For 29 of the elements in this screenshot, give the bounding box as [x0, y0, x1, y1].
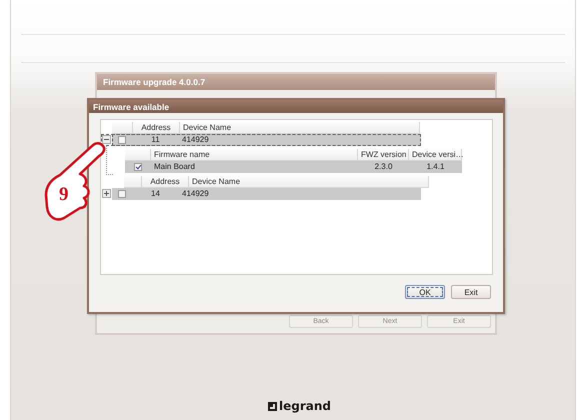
logo-icon: [268, 402, 277, 410]
dialog-title: Firmware available: [89, 100, 503, 113]
column-header[interactable]: Device Name: [180, 122, 420, 134]
table-cell-text: 11: [150, 134, 161, 146]
checkbox[interactable]: [118, 190, 126, 198]
table-cell-text: 1.4.1: [426, 161, 446, 173]
column-header[interactable]: FWZ version: [358, 149, 409, 161]
column-header: [125, 149, 151, 161]
checkbox[interactable]: [134, 163, 142, 171]
collapse-icon[interactable]: [102, 135, 111, 144]
table-cell-text: Main Board: [153, 161, 196, 173]
table-cell-text: 14: [150, 188, 161, 200]
table-cell-text: 414929: [181, 134, 210, 146]
column-header[interactable]: Address: [142, 176, 189, 188]
column-header[interactable]: Device Name: [189, 176, 429, 188]
checkbox[interactable]: [118, 136, 126, 144]
column-header[interactable]: Address: [133, 122, 180, 134]
column-header: [112, 122, 133, 134]
callout-number: 9: [59, 185, 68, 205]
expand-icon[interactable]: [102, 189, 111, 198]
brand-logo: legrand: [279, 399, 331, 413]
table-cell-text: 2.3.0: [374, 161, 394, 173]
dialog-button[interactable]: OK: [405, 285, 445, 299]
column-header[interactable]: Device versi…: [409, 149, 462, 161]
window-title: Firmware upgrade 4.0.0.7: [97, 74, 495, 90]
column-header[interactable]: Firmware name: [151, 149, 358, 161]
table-cell-text: 414929: [181, 188, 210, 200]
column-header: [124, 176, 142, 188]
dialog-button[interactable]: Exit: [451, 285, 491, 299]
